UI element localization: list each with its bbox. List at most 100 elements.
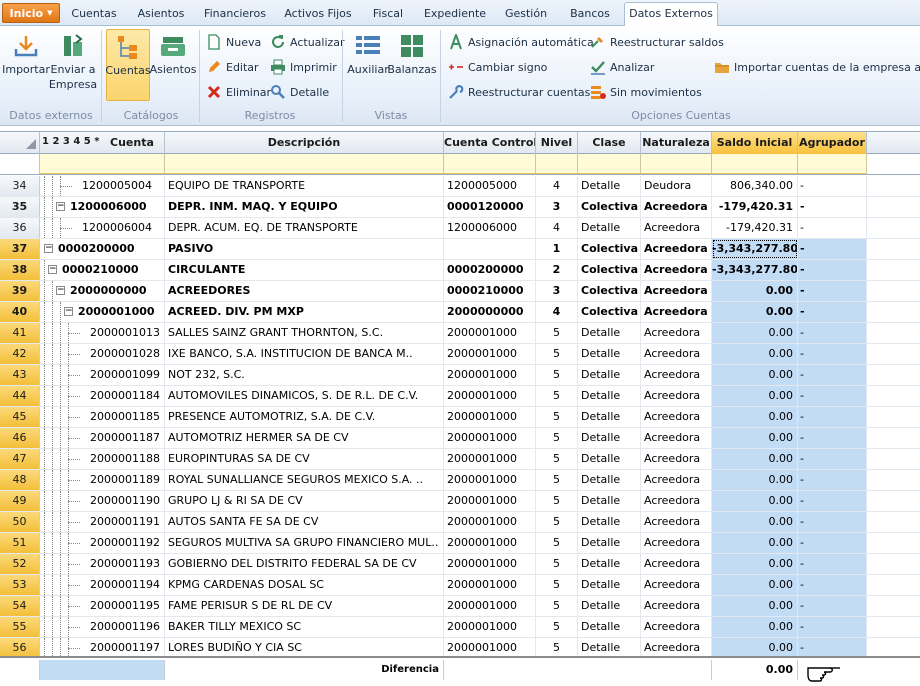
cuentas-button[interactable]: Cuentas — [105, 29, 151, 101]
importar-button[interactable]: Importar — [2, 29, 50, 101]
table-row[interactable]: 36 1200006004 DEPR. ACUM. EQ. DE TRANSPORT… — [0, 218, 920, 239]
tab-fiscal[interactable]: Fiscal — [362, 4, 414, 26]
cell-clase[interactable]: Detalle — [578, 407, 641, 427]
cell-descripcion[interactable]: BAKER TILLY MEXICO SC — [165, 617, 444, 637]
cell-cuenta[interactable]: 2000001193 — [40, 554, 165, 574]
cell-clase[interactable]: Detalle — [578, 365, 641, 385]
filter-saldo-inicial[interactable] — [712, 154, 798, 174]
cell-saldo-inicial[interactable]: 0.00 — [712, 638, 798, 658]
row-number[interactable]: 49 — [0, 491, 40, 511]
table-row[interactable]: 41 2000001013 SALLES SAINZ GRANT THORNTON,… — [0, 323, 920, 344]
cell-nivel[interactable]: 5 — [536, 512, 578, 532]
cell-naturaleza[interactable]: Acreedora — [641, 533, 712, 553]
auxiliar-button[interactable]: Auxiliar — [347, 29, 389, 101]
cell-cuenta[interactable]: 2000001192 — [40, 533, 165, 553]
tab-bancos[interactable]: Bancos — [560, 4, 620, 26]
cell-clase[interactable]: Detalle — [578, 617, 641, 637]
cell-cuenta[interactable]: −1200006000 — [40, 197, 165, 217]
cell-cuenta[interactable]: 2000001187 — [40, 428, 165, 448]
cell-cuenta[interactable]: 2000001196 — [40, 617, 165, 637]
collapse-toggle-icon[interactable]: − — [56, 286, 65, 295]
table-row[interactable]: 49 2000001190 GRUPO LJ & RI SA DE CV 200000… — [0, 491, 920, 512]
cell-nivel[interactable]: 5 — [536, 638, 578, 658]
cell-agrupador[interactable]: - — [798, 386, 867, 406]
cell-nivel[interactable]: 5 — [536, 470, 578, 490]
cell-descripcion[interactable]: SALLES SAINZ GRANT THORNTON, S.C. — [165, 323, 444, 343]
table-row[interactable]: 44 2000001184 AUTOMOVILES DINAMICOS, S. DE… — [0, 386, 920, 407]
cell-clase[interactable]: Detalle — [578, 218, 641, 238]
cell-nivel[interactable]: 5 — [536, 407, 578, 427]
cell-cuenta-control[interactable]: 2000001000 — [444, 533, 536, 553]
actualizar-button[interactable]: Actualizar — [270, 32, 345, 52]
cell-cuenta-control[interactable]: 1200005000 — [444, 176, 536, 196]
cell-nivel[interactable]: 5 — [536, 323, 578, 343]
table-row[interactable]: 37−0000200000 PASIVO 1 Colectiva Acreedora -3… — [0, 239, 920, 260]
cell-cuenta[interactable]: 2000001195 — [40, 596, 165, 616]
cell-nivel[interactable]: 4 — [536, 302, 578, 322]
row-number[interactable]: 42 — [0, 344, 40, 364]
row-number[interactable]: 38 — [0, 260, 40, 280]
cell-saldo-inicial[interactable]: 0.00 — [712, 533, 798, 553]
row-number[interactable]: 43 — [0, 365, 40, 385]
cell-clase[interactable]: Detalle — [578, 491, 641, 511]
asientos-button[interactable]: Asientos — [150, 29, 196, 101]
cell-naturaleza[interactable]: Acreedora — [641, 575, 712, 595]
table-row[interactable]: 52 2000001193 GOBIERNO DEL DISTRITO FEDERA… — [0, 554, 920, 575]
cell-agrupador[interactable]: - — [798, 176, 867, 196]
header-saldo-inicial[interactable]: Saldo Inicial — [712, 132, 798, 154]
cell-nivel[interactable]: 5 — [536, 596, 578, 616]
tab-cuentas[interactable]: Cuentas — [64, 4, 124, 26]
cell-naturaleza[interactable]: Acreedora — [641, 386, 712, 406]
cell-saldo-inicial[interactable]: -179,420.31 — [712, 197, 798, 217]
cambiar-signo-button[interactable]: Cambiar signo — [448, 57, 547, 77]
cell-cuenta-control[interactable]: 2000001000 — [444, 407, 536, 427]
cell-cuenta-control[interactable]: 2000001000 — [444, 428, 536, 448]
cell-cuenta-control[interactable]: 2000001000 — [444, 554, 536, 574]
table-row[interactable]: 42 2000001028 IXE BANCO, S.A. INSTITUCION … — [0, 344, 920, 365]
cell-clase[interactable]: Detalle — [578, 344, 641, 364]
table-row[interactable]: 54 2000001195 FAME PERISUR S DE RL DE CV 20… — [0, 596, 920, 617]
cell-cuenta-control[interactable]: 2000001000 — [444, 575, 536, 595]
row-number[interactable]: 51 — [0, 533, 40, 553]
row-number[interactable]: 55 — [0, 617, 40, 637]
filter-cuenta[interactable] — [40, 154, 165, 174]
tab-financieros[interactable]: Financieros — [198, 4, 272, 26]
cell-clase[interactable]: Detalle — [578, 449, 641, 469]
tab-activos-fijos[interactable]: Activos Fijos — [276, 4, 360, 26]
cell-saldo-inicial[interactable]: 0.00 — [712, 344, 798, 364]
cell-nivel[interactable]: 5 — [536, 386, 578, 406]
row-number[interactable]: 37 — [0, 239, 40, 259]
cell-saldo-inicial[interactable]: 0.00 — [712, 323, 798, 343]
cell-agrupador[interactable]: - — [798, 302, 867, 322]
cell-saldo-inicial[interactable]: 0.00 — [712, 617, 798, 637]
cell-descripcion[interactable]: KPMG CARDENAS DOSAL SC — [165, 575, 444, 595]
cell-descripcion[interactable]: DEPR. ACUM. EQ. DE TRANSPORTE — [165, 218, 444, 238]
cell-cuenta[interactable]: 2000001028 — [40, 344, 165, 364]
row-number[interactable]: 46 — [0, 428, 40, 448]
reestructurar-saldos-button[interactable]: Reestructurar saldos — [590, 32, 724, 52]
cell-cuenta-control[interactable]: 2000001000 — [444, 638, 536, 658]
cell-descripcion[interactable]: ACREED. DIV. PM MXP — [165, 302, 444, 322]
cell-naturaleza[interactable]: Acreedora — [641, 512, 712, 532]
cell-agrupador[interactable]: - — [798, 596, 867, 616]
table-row[interactable]: 35−1200006000 DEPR. INM. MAQ. Y EQUIPO 000… — [0, 197, 920, 218]
cell-saldo-inicial[interactable]: 0.00 — [712, 512, 798, 532]
cell-nivel[interactable]: 5 — [536, 617, 578, 637]
cell-saldo-inicial[interactable]: -3,343,277.80 — [712, 239, 798, 259]
cell-naturaleza[interactable]: Acreedora — [641, 491, 712, 511]
cell-nivel[interactable]: 5 — [536, 365, 578, 385]
cell-agrupador[interactable]: - — [798, 218, 867, 238]
sin-movimientos-button[interactable]: Sin movimientos — [590, 82, 702, 102]
cell-saldo-inicial[interactable]: -3,343,277.80 — [712, 260, 798, 280]
cell-cuenta-control[interactable]: 2000001000 — [444, 386, 536, 406]
cell-naturaleza[interactable]: Acreedora — [641, 407, 712, 427]
cell-cuenta[interactable]: −0000200000 — [40, 239, 165, 259]
nueva-button[interactable]: Nueva — [206, 32, 261, 52]
cell-naturaleza[interactable]: Acreedora — [641, 239, 712, 259]
cell-naturaleza[interactable]: Acreedora — [641, 302, 712, 322]
cell-saldo-inicial[interactable]: 0.00 — [712, 302, 798, 322]
cell-descripcion[interactable]: EQUIPO DE TRANSPORTE — [165, 176, 444, 196]
cell-clase[interactable]: Colectiva — [578, 197, 641, 217]
cell-cuenta-control[interactable]: 2000001000 — [444, 323, 536, 343]
collapse-toggle-icon[interactable]: − — [64, 307, 73, 316]
